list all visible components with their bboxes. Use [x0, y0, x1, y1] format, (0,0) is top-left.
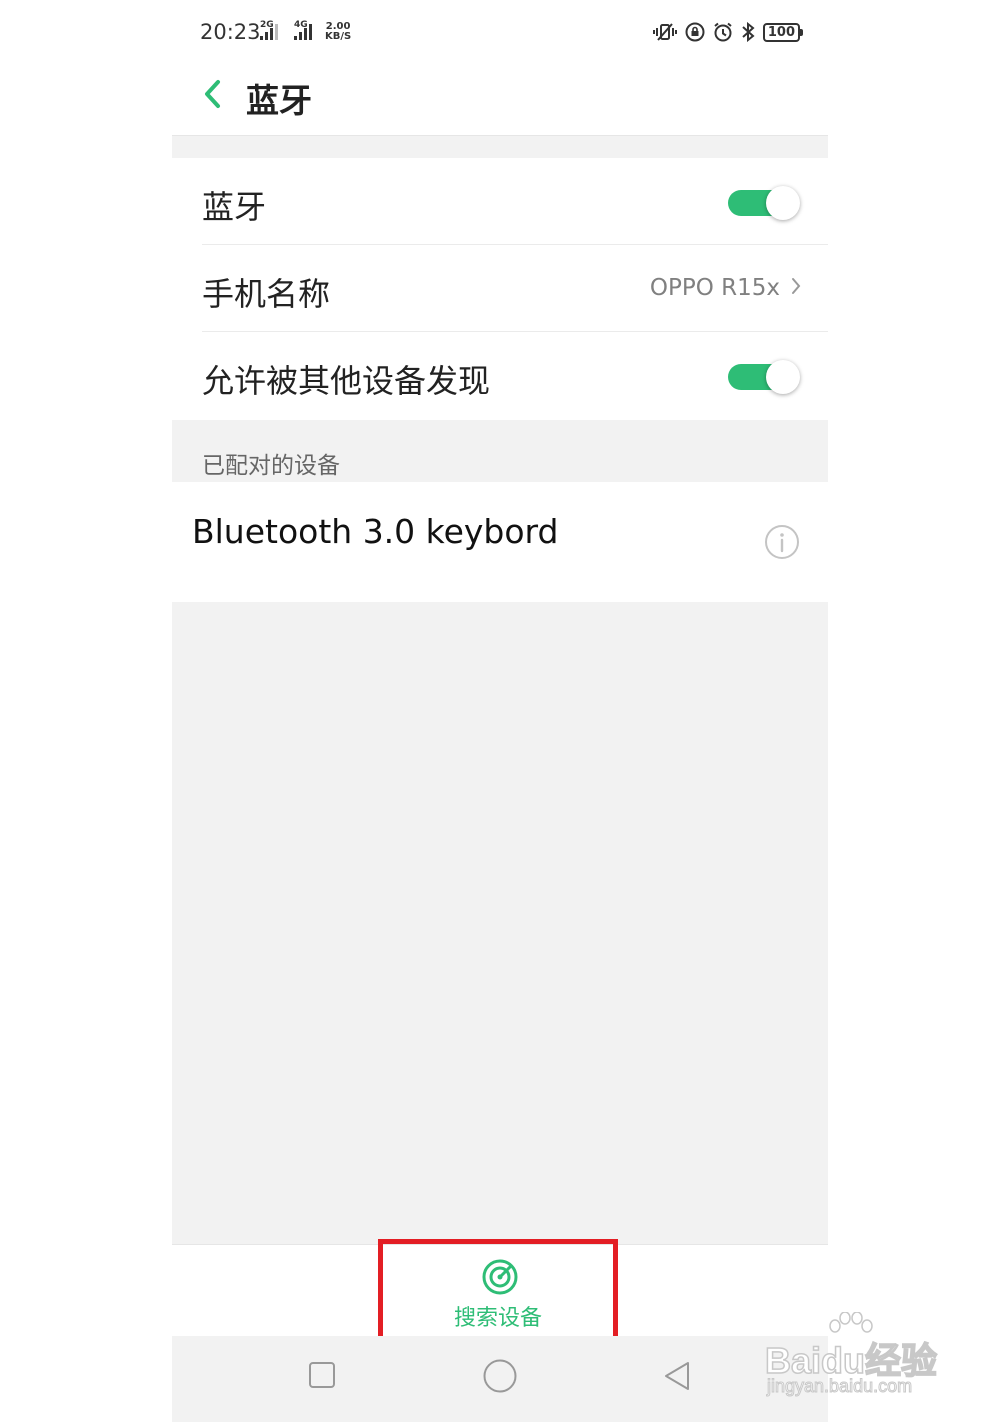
empty-list-area	[172, 602, 828, 1244]
status-time: 20:23	[200, 20, 261, 44]
bluetooth-switch[interactable]	[728, 186, 800, 220]
alarm-icon	[714, 22, 732, 42]
search-devices-label: 搜索设备	[453, 1306, 542, 1331]
info-icon[interactable]	[764, 524, 800, 560]
discoverable-toggle-row[interactable]: 允许被其他设备发现	[172, 332, 828, 420]
status-bar: 20:23 2G 4G 2.00 KB/S 100	[172, 0, 828, 68]
paired-devices-label: 已配对的设备	[202, 453, 340, 479]
back-triangle-icon[interactable]	[662, 1360, 692, 1392]
radar-search-icon	[482, 1259, 518, 1295]
speed-unit: KB/S	[325, 31, 352, 42]
paired-devices-header: 已配对的设备	[172, 420, 828, 482]
bluetooth-toggle-row[interactable]: 蓝牙	[172, 158, 828, 245]
paired-device-row[interactable]: Bluetooth 3.0 keybord	[172, 482, 828, 602]
system-nav-bar	[172, 1336, 828, 1422]
watermark-url: jingyan.baidu.com	[766, 1376, 913, 1397]
search-devices-button[interactable]: 搜索设备	[378, 1239, 618, 1347]
recent-apps-icon[interactable]	[308, 1360, 336, 1390]
sim2-network-label: 4G	[294, 20, 308, 30]
device-name: Bluetooth 3.0 keybord	[192, 512, 559, 551]
baidu-watermark: Baidu经验 jingyan.baidu.com	[764, 1312, 955, 1402]
bluetooth-label: 蓝牙	[202, 188, 267, 226]
phone-name-value: OPPO R15x	[649, 275, 780, 301]
chevron-left-icon	[205, 80, 220, 108]
section-spacer	[172, 136, 828, 158]
phone-screen: 20:23 2G 4G 2.00 KB/S 100 蓝牙 蓝牙 手机名称 OPP…	[172, 0, 828, 1422]
discoverable-switch[interactable]	[728, 360, 800, 394]
sim1-network-label: 2G	[260, 20, 274, 30]
back-button[interactable]	[198, 76, 226, 112]
chevron-right-icon	[792, 278, 801, 294]
network-speed: 2.00 KB/S	[325, 22, 351, 42]
vibrate-icon	[652, 23, 677, 41]
phone-name-label: 手机名称	[202, 275, 331, 313]
sim2-signal-icon: 4G	[294, 20, 314, 40]
status-icons: 100	[652, 22, 804, 42]
app-header: 蓝牙	[172, 68, 828, 136]
sim1-signal-icon: 2G	[260, 20, 280, 40]
bluetooth-icon	[742, 22, 755, 42]
bottom-action-bar: 搜索设备	[172, 1239, 828, 1347]
battery-indicator: 100	[762, 22, 804, 42]
page-title: 蓝牙	[246, 81, 312, 120]
discoverable-label: 允许被其他设备发现	[202, 362, 491, 400]
phone-name-row[interactable]: 手机名称 OPPO R15x	[172, 245, 828, 332]
home-icon[interactable]	[482, 1358, 518, 1394]
rotation-lock-icon	[685, 22, 705, 42]
